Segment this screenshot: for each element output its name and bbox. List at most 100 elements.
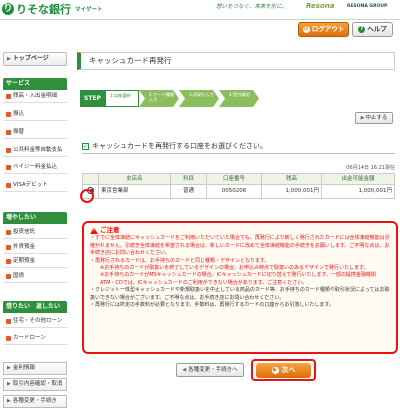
col-type: 科目 [170,173,207,185]
card-icon [6,182,11,188]
notice-box: ! ご注意 ・すでに全体凍結にキャッシュカードをご利用いただいていた場合でも、再… [82,221,398,354]
house-icon [6,318,11,324]
chart-icon [6,229,11,235]
service-name: マイゲート [75,7,103,13]
increase-heading: 増やしたい [6,214,37,222]
sidebar: ▶ トップページ サービス 残高・入出金明細 振込 振替 公共料金等自動支払 ペ… [0,52,71,413]
sidebar-item-label: 住宅・その他ローン [13,317,63,324]
step-1-current: 1.口座選択 [105,90,139,107]
sidebar-item-label: 各種変更・手続き [12,398,57,405]
notice-line: ・再発行には所定の手数料が必要となります。手数料は、再発行するカードの口座からお… [90,302,334,309]
service-heading: サービス [6,80,31,88]
sidebar-section-increase: 増やしたい [3,212,67,224]
sidebar-item-account-transfer[interactable]: 振替 [3,126,67,139]
arrow-right-icon: ▶ [7,381,11,388]
bank-logo-text: りそな銀行 [16,3,71,16]
clock-icon [6,258,11,264]
arrow-right-icon: ▶ [7,365,11,372]
sidebar-item-label: 金利情報 [12,365,35,372]
available-cell: 1,000,001円 [321,184,395,199]
sidebar-item-foreign-deposit[interactable]: 外貨預金 [3,241,67,254]
sidebar-top-page-link[interactable]: ▶ トップページ [3,52,67,66]
col-branch: 支店名 [98,173,171,185]
notice-line: ・クレジット一体型キャッシュカードや新規取扱いを中止している商品のカード等、お手… [90,287,390,301]
balance-cell: 1,000,001円 [261,184,322,199]
sidebar-item-transaction-history[interactable]: ▶ 取引内容確認・取消 [3,378,67,391]
page-title-text: キャッシュカード再発行 [89,56,172,66]
branch-cell: 東京営業部 [98,184,171,199]
notice-line: ※お手持ちのカードがMSキャッシュカードの場合、ICキャッシュカードに切り替えて… [100,272,376,286]
warning-icon: ! [90,227,98,235]
tagline: 想いをつなぐ、未来を形に。 [216,4,288,10]
back-label: 各種変更・手続きへ [188,366,238,373]
sidebar-item-changes[interactable]: ▶ 各種変更・手続き [3,395,67,408]
help-button[interactable]: ? ヘルプ [352,22,393,37]
bill-icon [6,147,11,153]
col-balance: 残高 [261,173,322,185]
sidebar-item-label: 国債 [13,272,25,279]
brand-logo: Resona [306,2,335,10]
sidebar-item-visa-debit[interactable]: VISAデビット [3,179,67,192]
col-account: 口座番号 [206,173,262,185]
cancel-button[interactable]: ▶ 中止する [355,112,393,124]
next-button[interactable]: ▶ 次へ [256,362,311,378]
top-header-bar: り りそな銀行 マイゲート 想いをつなぐ、未来を形に。 Resona RESON… [0,0,400,20]
instruction-text: キャッシュカードを再発行する口座をお選びください。 [92,142,267,151]
checkmark-icon: ✓ [82,143,89,150]
sidebar-item-label: 残高・入出金明細 [13,92,58,99]
sidebar-item-balance[interactable]: 残高・入出金明細 [3,90,67,103]
payeasy-icon [6,164,11,170]
sidebar-item-label: 振替 [13,128,25,135]
group-logo: RESONA GROUP [347,4,388,9]
sidebar-item-label: 外貨預金 [13,243,36,250]
col-available: 出金可能金額 [321,173,395,185]
step-indicator: STEP 1.口座選択 2.カード種類入力 3.再発行入力 4.受付確認 [80,90,259,107]
step-4: 4.受付確認 [219,90,259,107]
top-page-label: トップページ [12,55,49,63]
notice-line: ・すでに全体凍結にキャッシュカードをご利用いただいていた場合でも、再発行により新… [90,235,390,257]
sidebar-item-utility-payment[interactable]: 公共料金等自動支払 [3,144,67,157]
next-label: 次へ [281,365,296,374]
account-table: 支店名 科目 口座番号 残高 出金可能金額 東京営業部 普通 0050206 1… [82,173,395,199]
account-number-cell: 0050206 [206,184,262,199]
logout-icon: ⏻ [302,26,310,33]
sidebar-item-label: VISAデビット [13,181,48,188]
bankbook-icon [6,93,11,99]
col-select [82,173,99,185]
back-to-changes-button[interactable]: ◀ 各種変更・手続きへ [176,363,244,377]
sidebar-item-bond[interactable]: 国債 [3,270,67,283]
sidebar-item-card-loan[interactable]: カードローン [3,332,67,345]
help-icon: ? [358,26,366,33]
logout-button[interactable]: ⏻ ログアウト [298,22,349,37]
next-button-highlight: ▶ 次へ [251,359,316,381]
sidebar-item-housing-loan[interactable]: 住宅・その他ローン [3,315,67,328]
sidebar-item-payeasy[interactable]: ペイジー料金払込 [3,161,67,174]
sidebar-item-label: カードローン [13,334,46,341]
radio-highlight-ring [80,189,94,203]
cancel-label: 中止する [365,114,388,121]
currency-icon [6,244,11,250]
sidebar-item-label: ペイジー料金払込 [13,163,58,170]
step-label: STEP [80,90,105,107]
sidebar-item-label: 定期預金 [13,257,36,264]
sidebar-item-label: 公共料金等自動支払 [13,146,63,153]
bond-icon [6,273,11,279]
notice-title: ! ご注意 [90,226,390,235]
sidebar-item-interest-rates[interactable]: ▶ 金利情報 [3,362,67,375]
arrow-right-icon: ▶ [360,114,365,121]
sidebar-section-borrow: 借りたい 返したい [3,301,67,313]
table-row: 東京営業部 普通 0050206 1,000,001円 1,000,001円 [82,184,395,199]
sidebar-item-time-deposit[interactable]: 定期預金 [3,255,67,268]
sidebar-section-service: サービス [3,78,67,90]
sidebar-item-investment-trust[interactable]: 投資信託 [3,226,67,239]
sidebar-item-label: 取引内容確認・取消 [12,381,63,388]
step-3: 3.再発行入力 [179,90,219,107]
arrow-right-icon: ▶ [7,398,11,405]
sidebar-item-transfer[interactable]: 振込 [3,108,67,121]
borrow-heading: 借りたい 返したい [6,303,61,311]
arrow-left-icon: ◀ [182,366,187,373]
step-2: 2.カード種類入力 [139,90,179,107]
arrow-right-icon: ▶ [271,366,279,374]
as-of-timestamp: 06月14日 16:21現在 [346,165,395,171]
transfer-icon [6,111,11,117]
